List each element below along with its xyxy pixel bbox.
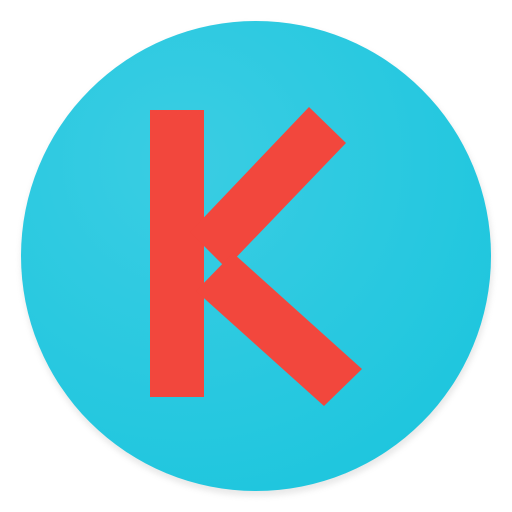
k-stem bbox=[150, 110, 204, 397]
k-logo-svg bbox=[21, 21, 493, 496]
teal-circle-background bbox=[21, 21, 491, 491]
app-icon: K bbox=[0, 0, 512, 512]
